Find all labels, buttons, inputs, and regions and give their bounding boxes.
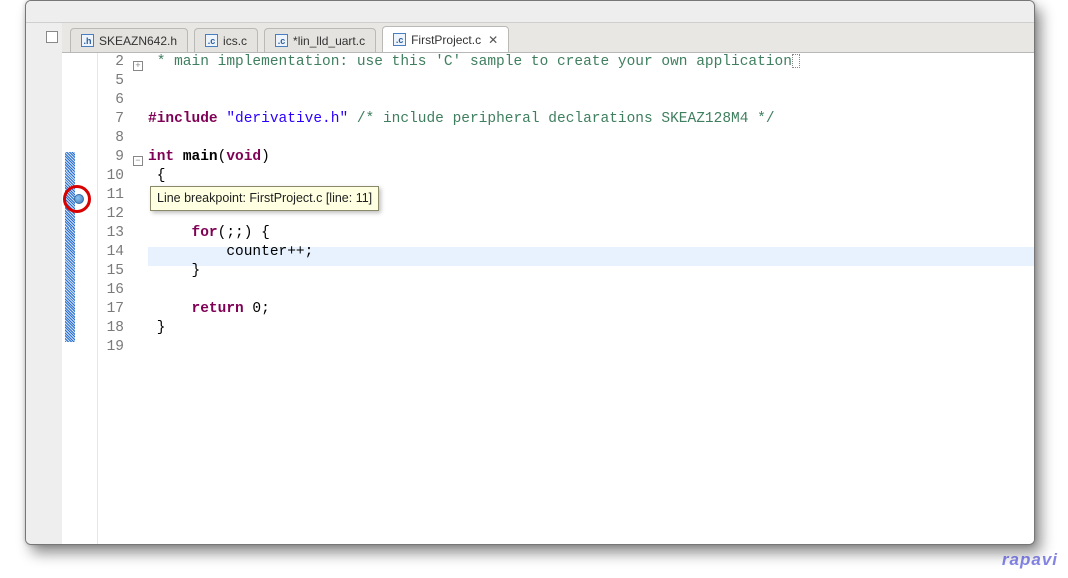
code-line[interactable]: [148, 338, 1034, 357]
code-line[interactable]: {: [148, 167, 1034, 186]
line-number: 17: [98, 300, 124, 319]
code-line[interactable]: * main implementation: use this 'C' samp…: [148, 53, 1034, 72]
line-number: 2: [98, 53, 124, 72]
line-number: 8: [98, 129, 124, 148]
watermark-text: rapavi: [1002, 550, 1058, 570]
line-number: 14: [98, 243, 124, 262]
change-marker: [65, 228, 75, 342]
code-line[interactable]: #include "derivative.h" /* include perip…: [148, 110, 1034, 129]
line-number: 11: [98, 186, 124, 205]
tab-label: ics.c: [223, 34, 247, 48]
line-number: 10: [98, 167, 124, 186]
line-number-gutter[interactable]: 25678910111213141516171819: [98, 53, 130, 544]
toolbar-strip: [26, 1, 1034, 23]
code-line[interactable]: }: [148, 262, 1034, 281]
code-line[interactable]: int main(void): [148, 148, 1034, 167]
line-number: 6: [98, 91, 124, 110]
c-file-icon: .c: [275, 34, 288, 47]
line-number: 12: [98, 205, 124, 224]
tab-label: *lin_lld_uart.c: [293, 34, 365, 48]
c-file-icon: .c: [205, 34, 218, 47]
code-container: 25678910111213141516171819 +− * main imp…: [62, 53, 1034, 544]
code-line[interactable]: [148, 281, 1034, 300]
code-line[interactable]: [148, 72, 1034, 91]
editor-area: .h SKEAZN642.h .c ics.c .c *lin_lld_uart.c .c F…: [62, 23, 1034, 544]
fold-expand-icon[interactable]: +: [133, 61, 143, 71]
code-text-area[interactable]: * main implementation: use this 'C' samp…: [148, 53, 1034, 544]
tab-bar: .h SKEAZN642.h .c ics.c .c *lin_lld_uart.c .c F…: [62, 23, 1034, 53]
caret-indicator: [792, 54, 800, 68]
tab-label: FirstProject.c: [411, 33, 481, 47]
code-line[interactable]: for(;;) {: [148, 224, 1034, 243]
line-number: 5: [98, 72, 124, 91]
line-number: 16: [98, 281, 124, 300]
outer-gutter: [26, 23, 42, 544]
fold-gutter[interactable]: +−: [130, 53, 148, 544]
marker-ruler[interactable]: [62, 53, 98, 544]
change-marker: [65, 152, 75, 171]
c-file-icon: .c: [393, 33, 406, 46]
fold-collapse-icon[interactable]: −: [133, 156, 143, 166]
code-line[interactable]: [148, 129, 1034, 148]
line-number: 9: [98, 148, 124, 167]
breakpoint-marker-icon[interactable]: [74, 194, 84, 204]
tab-skeazn642-h[interactable]: .h SKEAZN642.h: [70, 28, 188, 52]
view-toggle-icon[interactable]: [46, 31, 58, 43]
line-number: 18: [98, 319, 124, 338]
h-file-icon: .h: [81, 34, 94, 47]
tab-label: SKEAZN642.h: [99, 34, 177, 48]
code-line[interactable]: counter++;: [148, 243, 1034, 262]
breakpoint-tooltip: Line breakpoint: FirstProject.c [line: 1…: [150, 186, 379, 211]
tab-firstproject-c[interactable]: .c FirstProject.c ✕: [382, 26, 509, 52]
line-number: 15: [98, 262, 124, 281]
line-number: 7: [98, 110, 124, 129]
view-gutter: [42, 23, 62, 544]
line-number: 19: [98, 338, 124, 357]
code-line[interactable]: }: [148, 319, 1034, 338]
line-number: 13: [98, 224, 124, 243]
tab--lin-lld-uart-c[interactable]: .c *lin_lld_uart.c: [264, 28, 376, 52]
editor-window: .h SKEAZN642.h .c ics.c .c *lin_lld_uart.c .c F…: [25, 0, 1035, 545]
close-icon[interactable]: ✕: [488, 33, 498, 47]
tab-ics-c[interactable]: .c ics.c: [194, 28, 258, 52]
code-line[interactable]: [148, 91, 1034, 110]
code-line[interactable]: return 0;: [148, 300, 1034, 319]
